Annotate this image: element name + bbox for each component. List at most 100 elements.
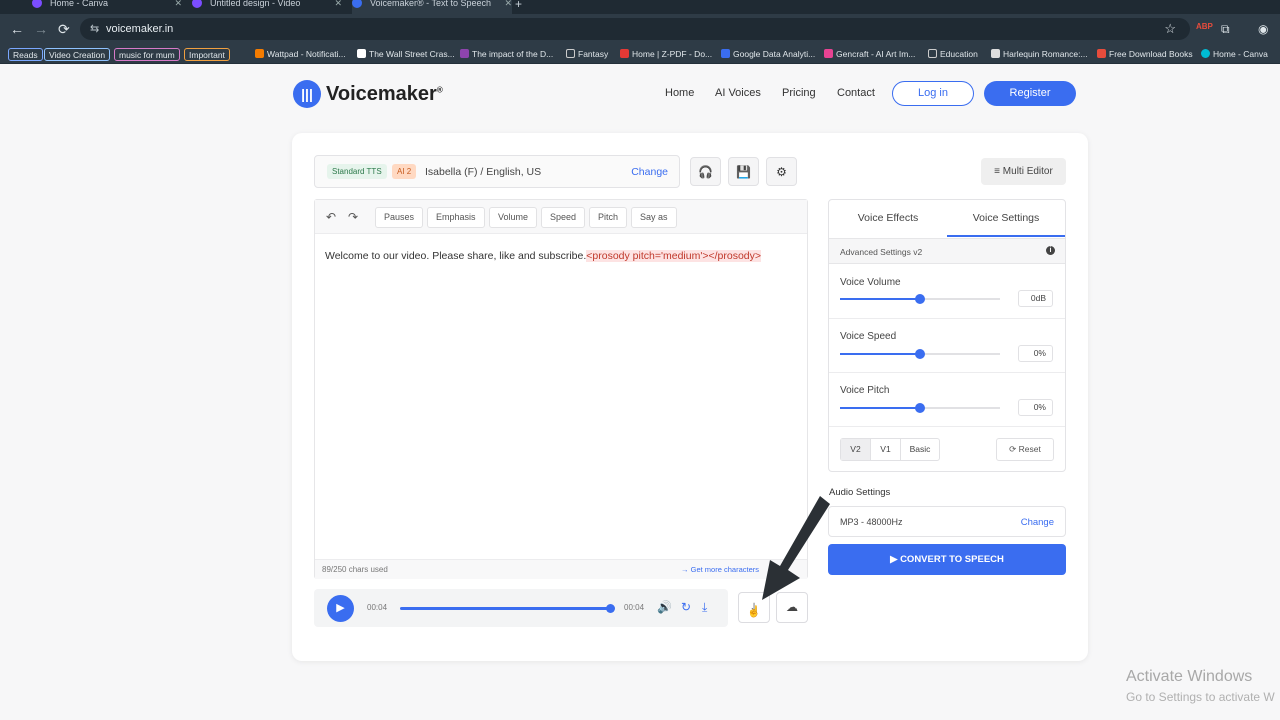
slider-fill [840,407,920,409]
save-icon[interactable]: 💾 [728,157,759,186]
volume-button[interactable]: Volume [489,207,538,228]
tab-voice-effects[interactable]: Voice Effects [829,200,947,237]
info-icon[interactable]: i [1046,246,1055,255]
voice-volume-slider[interactable] [840,294,1000,304]
voice-name: Isabella (F) / English, US [425,166,542,178]
reset-button[interactable]: ⟳ Reset [996,438,1054,461]
voice-speed-slider[interactable] [840,349,1000,359]
play-icon: ▶ [890,554,898,565]
convert-to-speech-button[interactable]: ▶ CONVERT TO SPEECH [828,544,1066,575]
editor-content[interactable]: Welcome to our video. Please share, like… [325,250,762,262]
bookmark-star-icon[interactable]: ☆ [1164,21,1176,37]
wattpad-icon [255,49,264,58]
slider-handle[interactable] [915,349,925,359]
reload-icon[interactable]: ⟳ [58,21,70,38]
bookmark-folder[interactable]: Important [184,48,230,61]
adblock-icon[interactable]: ABP [1196,22,1213,36]
play-icon[interactable]: ▶ [327,595,354,622]
bookmark-item[interactable]: Google Data Analyti... [721,48,815,61]
back-icon[interactable]: ← [10,21,24,37]
browser-tab[interactable]: Home - Canva ✕ [32,0,182,14]
close-icon[interactable]: ✕ [504,0,512,8]
slider-handle[interactable] [915,403,925,413]
redo-icon[interactable]: ↷ [348,210,358,224]
voice-pitch-value[interactable]: 0% [1018,399,1053,416]
nav-contact[interactable]: Contact [837,87,875,99]
bookmark-item[interactable]: Fantasy [566,48,608,61]
bookmark-folder[interactable]: Video Creation [44,48,111,61]
tab-voice-settings[interactable]: Voice Settings [947,200,1065,237]
close-icon[interactable]: ✕ [334,0,342,8]
download-icon[interactable]: ⤓ [702,600,707,615]
register-button[interactable]: Register [984,81,1076,106]
editor-footer: 89/250 chars used → Get more characters [315,559,807,579]
progress-handle[interactable] [606,604,615,613]
login-button[interactable]: Log in [892,81,974,106]
audio-format-selector[interactable]: MP3 - 48000Hz Change [828,506,1066,537]
bookmark-item[interactable]: Wattpad - Notificati... [255,48,346,61]
browser-tab-strip: Home - Canva ✕ Untitled design - Video ✕… [0,0,1280,14]
bookmark-item[interactable]: Free Download Books [1097,48,1193,61]
bookmark-item[interactable]: The Wall Street Cras... [357,48,455,61]
say-as-button[interactable]: Say as [631,207,677,228]
version-basic[interactable]: Basic [900,439,939,460]
speed-button[interactable]: Speed [541,207,586,228]
bookmark-item[interactable]: Gencraft - AI Art Im... [824,48,915,61]
nav-ai-voices[interactable]: AI Voices [715,87,761,99]
emphasis-button[interactable]: Emphasis [427,207,485,228]
profile-icon[interactable]: ◉ [1258,22,1274,36]
pauses-button[interactable]: Pauses [375,207,424,228]
bookmark-item[interactable]: Education [928,48,978,61]
advanced-settings-bar: Advanced Settings v2 i [829,238,1065,264]
undo-icon[interactable]: ↶ [326,210,336,224]
version-v2[interactable]: V2 [841,439,870,460]
voice-speed-label: Voice Speed [840,331,897,342]
voicemaker-icon [352,0,362,8]
address-bar[interactable]: ⇆ voicemaker.in ☆ [80,18,1190,40]
nav-home[interactable]: Home [665,87,694,99]
change-audio-format-link[interactable]: Change [1021,517,1054,528]
mouse-cursor-icon: ☝ [747,606,761,618]
progress-bar[interactable] [400,604,615,613]
settings-panel: Voice Effects Voice Settings Advanced Se… [828,199,1066,472]
bookmark-item[interactable]: Home - Canva [1201,48,1268,61]
new-tab-button[interactable]: + [515,0,529,14]
voice-pitch-slider[interactable] [840,403,1000,413]
divider [829,426,1065,427]
chars-used-counter: 89/250 chars used [322,565,388,574]
gear-icon[interactable]: ⚙ [766,157,797,186]
bookmark-item[interactable]: The impact of the D... [460,48,553,61]
version-v1[interactable]: V1 [870,439,900,460]
close-icon[interactable]: ✕ [174,0,182,8]
slider-fill [840,298,920,300]
voice-volume-value[interactable]: 0dB [1018,290,1053,307]
replay-icon[interactable]: ↻ [681,600,691,614]
change-voice-link[interactable]: Change [631,166,668,178]
bookmark-item[interactable]: Harlequin Romance:... [991,48,1088,61]
volume-icon[interactable]: 🔊 [657,600,672,614]
browser-tab[interactable]: Untitled design - Video ✕ [192,0,342,14]
canva-icon [32,0,42,8]
multi-editor-button[interactable]: ≡ Multi Editor [981,158,1066,185]
extensions-icon[interactable]: ⧉ [1221,22,1237,36]
pitch-button[interactable]: Pitch [589,207,628,228]
divider [829,372,1065,373]
layers-icon: ≡ [994,166,1001,177]
headphones-icon[interactable]: 🎧 [690,157,721,186]
browser-tab-active[interactable]: Voicemaker® - Text to Speech ✕ [352,0,512,14]
voice-selector[interactable]: Standard TTS AI 2 Isabella (F) / English… [314,155,680,188]
bookmark-folder[interactable]: Reads [8,48,43,61]
audio-settings-title: Audio Settings [829,487,891,498]
divider [829,318,1065,319]
text-editor[interactable]: ↶ ↷ Pauses Emphasis Volume Speed Pitch S… [314,199,808,579]
forward-icon[interactable]: → [34,21,48,37]
canva-icon [1201,49,1210,58]
nav-pricing[interactable]: Pricing [782,87,816,99]
bookmark-item[interactable]: Home | Z-PDF - Do... [620,48,712,61]
bookmark-folder[interactable]: music for mum [114,48,180,61]
voice-speed-value[interactable]: 0% [1018,345,1053,362]
site-settings-icon[interactable]: ⇆ [90,22,99,35]
windows-activation-hint: Go to Settings to activate W [1126,690,1275,704]
audio-format: MP3 - 48000Hz [840,517,903,527]
slider-handle[interactable] [915,294,925,304]
